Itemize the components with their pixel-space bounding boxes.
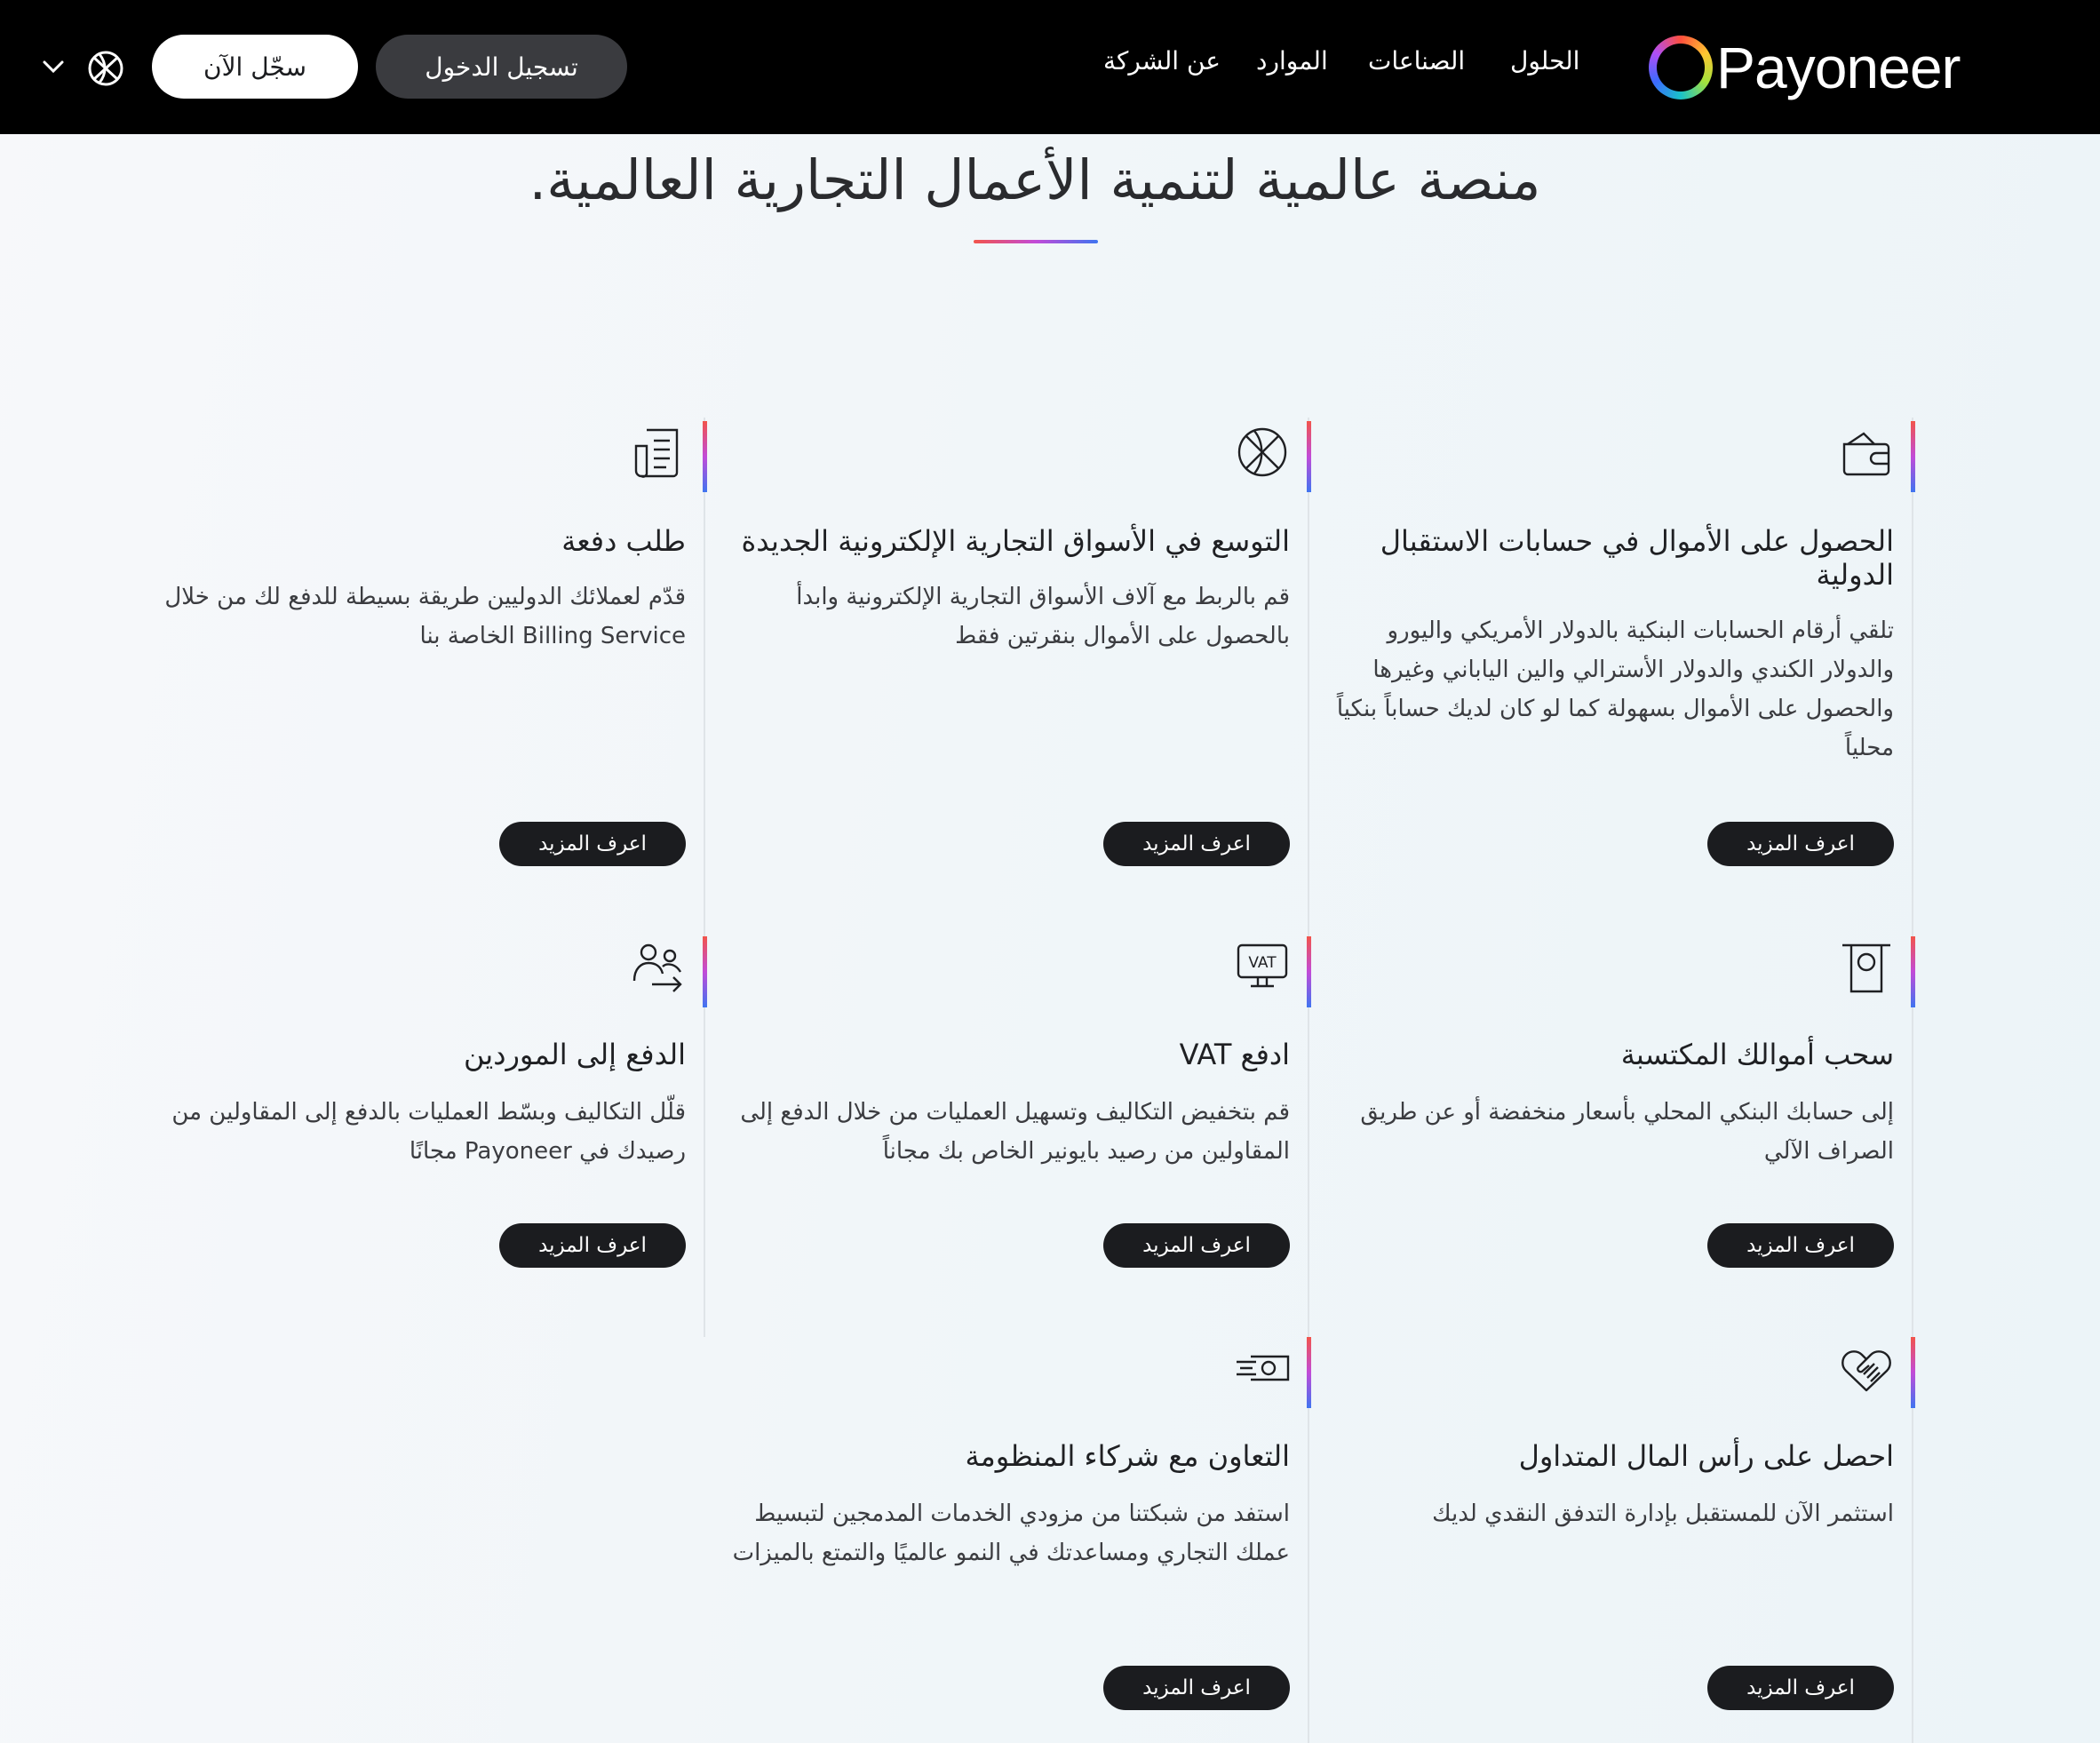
column-divider-left	[704, 418, 705, 1337]
login-button[interactable]: تسجيل الدخول	[376, 35, 627, 99]
learn-more-button[interactable]: اعرف المزيد	[1103, 1666, 1290, 1710]
card-title: احصل على رأس المال المتداول	[1518, 1439, 1894, 1473]
learn-more-button[interactable]: اعرف المزيد	[1707, 1223, 1894, 1268]
pay-suppliers-icon	[632, 943, 682, 992]
learn-more-button[interactable]: اعرف المزيد	[1103, 1223, 1290, 1268]
card-accent-bar	[1307, 421, 1311, 492]
column-divider-middle	[1308, 418, 1309, 1743]
card-accent-bar	[1307, 936, 1311, 1007]
card-icon-wrapper: VAT	[1235, 940, 1290, 995]
card-description: قم بتخفيض التكاليف وتسهيل العمليات من خل…	[740, 1099, 1290, 1165]
payoneer-logo[interactable]: Payoneer	[1649, 34, 1961, 101]
atm-withdraw-icon	[1842, 943, 1890, 993]
card-accent-bar	[703, 421, 707, 492]
learn-more-button[interactable]: اعرف المزيد	[1707, 822, 1894, 866]
wallet-icon	[1842, 432, 1890, 476]
card-icon-wrapper	[1235, 1341, 1290, 1396]
globe-icon	[1237, 427, 1287, 477]
page-title: منصة عالمية لتنمية الأعمال التجارية العا…	[529, 147, 1541, 212]
nav-about-company[interactable]: عن الشركة	[1103, 46, 1221, 76]
nav-industries[interactable]: الصناعات	[1368, 46, 1465, 76]
card-title: ادفع VAT	[1179, 1038, 1290, 1071]
language-dropdown[interactable]	[41, 57, 66, 76]
title-underline	[974, 240, 1098, 243]
card-title: الحصول على الأموال في حسابات الاستقبال ا…	[1380, 524, 1894, 592]
globe-icon	[88, 51, 123, 86]
card-description: قم بالربط مع آلاف الأسواق التجارية الإلك…	[796, 584, 1290, 649]
card-title: التعاون مع شركاء المنظومة	[965, 1439, 1291, 1473]
chevron-down-icon	[43, 60, 64, 74]
top-navigation-bar: Payoneer الحلول الصناعات الموارد عن الشر…	[0, 0, 2100, 134]
card-title: سحب أموالك المكتسبة	[1620, 1038, 1894, 1071]
logo-text: Payoneer	[1716, 35, 1961, 100]
language-selector[interactable]	[87, 50, 124, 87]
card-description: قدّم لعملائك الدوليين طريقة بسيطة للدفع …	[164, 584, 686, 649]
card-description: تلقي أرقام الحسابات البنكية بالدولار الأ…	[1336, 617, 1894, 761]
nav-resources[interactable]: الموارد	[1256, 46, 1328, 76]
card-title: طلب دفعة	[561, 524, 686, 558]
card-icon-wrapper	[1839, 940, 1894, 995]
card-accent-bar	[1307, 1337, 1311, 1408]
card-icon-wrapper	[631, 940, 686, 995]
card-icon-wrapper	[1839, 1341, 1894, 1396]
logo-ring-icon	[1649, 36, 1713, 99]
nav-solutions[interactable]: الحلول	[1510, 46, 1579, 76]
card-icon-wrapper	[631, 425, 686, 480]
svg-text:VAT: VAT	[1248, 954, 1277, 972]
invoice-icon	[634, 428, 679, 478]
vat-icon: VAT	[1237, 943, 1288, 988]
cash-partners-icon	[1237, 1355, 1290, 1381]
card-description: قلّل التكاليف وبسّط العمليات بالدفع إلى …	[171, 1099, 686, 1165]
learn-more-button[interactable]: اعرف المزيد	[499, 1223, 686, 1268]
learn-more-button[interactable]: اعرف المزيد	[499, 822, 686, 866]
signup-button[interactable]: سجّل الآن	[152, 35, 358, 99]
learn-more-button[interactable]: اعرف المزيد	[1103, 822, 1290, 866]
card-description: إلى حسابك البنكي المحلي بأسعار منخفضة أو…	[1360, 1099, 1894, 1165]
card-accent-bar	[1911, 421, 1915, 492]
column-divider-right	[1912, 418, 1913, 1743]
card-title: الدفع إلى الموردين	[463, 1038, 686, 1071]
handshake-icon	[1841, 1350, 1891, 1392]
card-title: التوسع في الأسواق التجارية الإلكترونية ا…	[741, 524, 1290, 558]
card-description: استثمر الآن للمستقبل بإدارة التدفق النقد…	[1432, 1500, 1894, 1527]
card-accent-bar	[1911, 1337, 1915, 1408]
card-icon-wrapper	[1235, 425, 1290, 480]
card-description: استفد من شبكتنا من مزودي الخدمات المدمجي…	[732, 1500, 1290, 1566]
card-icon-wrapper	[1839, 425, 1894, 480]
card-accent-bar	[703, 936, 707, 1007]
card-accent-bar	[1911, 936, 1915, 1007]
learn-more-button[interactable]: اعرف المزيد	[1707, 1666, 1894, 1710]
page: Payoneer الحلول الصناعات الموارد عن الشر…	[0, 0, 2100, 1743]
